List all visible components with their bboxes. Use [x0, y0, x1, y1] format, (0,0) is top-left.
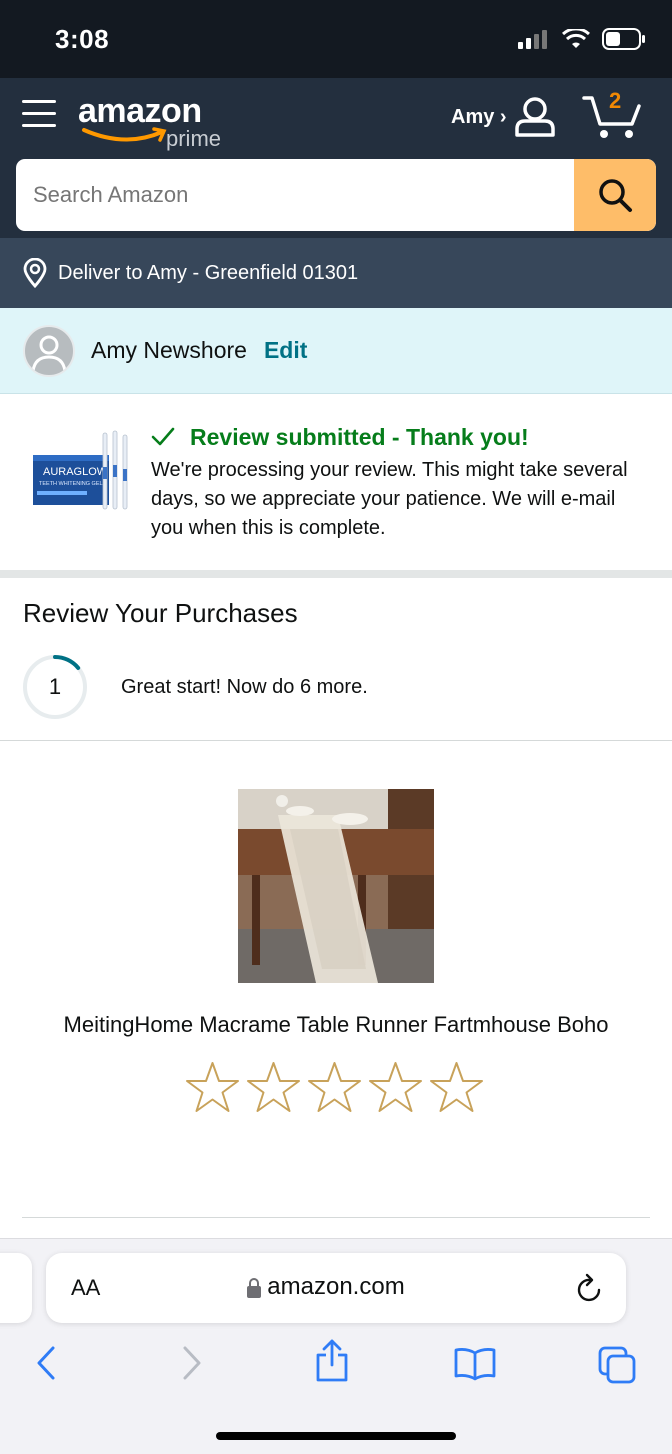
star-3-icon[interactable]	[306, 1060, 363, 1114]
product-image[interactable]	[238, 789, 434, 983]
amazon-logo[interactable]: amazon prime	[78, 92, 238, 152]
product-title[interactable]: MeitingHome Macrame Table Runner Fartmho…	[40, 1012, 632, 1038]
divider	[0, 740, 672, 741]
deliver-to-bar[interactable]: Deliver to Amy - Greenfield 01301	[0, 238, 672, 308]
thumb-sub-text: TEETH WHITENING GEL	[39, 481, 103, 487]
logo-prime: prime	[166, 126, 222, 151]
url-text: amazon.com	[267, 1273, 405, 1300]
review-submitted-title: Review submitted - Thank you!	[190, 424, 529, 450]
cart-count-badge: 2	[609, 88, 622, 113]
review-confirmation: AURAGLOW TEETH WHITENING GEL Review subm…	[0, 394, 672, 570]
search-bar	[16, 159, 656, 231]
forward-icon[interactable]	[180, 1345, 204, 1381]
review-progress-count: 1	[48, 674, 62, 699]
star-4-icon[interactable]	[367, 1060, 424, 1114]
card-divider	[22, 1217, 650, 1218]
browser-toolbar	[0, 1339, 672, 1393]
section-divider	[0, 570, 672, 578]
search-icon	[599, 179, 632, 212]
star-1-icon[interactable]	[184, 1060, 241, 1114]
home-indicator	[216, 1432, 456, 1440]
star-rating	[184, 1060, 485, 1114]
tabs-icon[interactable]	[597, 1345, 637, 1385]
avatar	[23, 324, 75, 377]
reload-icon[interactable]	[576, 1273, 604, 1303]
account-icon[interactable]	[514, 96, 556, 138]
status-bar: 3:08	[0, 0, 672, 78]
profile-name: Amy Newshore	[91, 337, 247, 363]
address-bar[interactable]: AA amazon.com	[46, 1253, 626, 1323]
thumb-brand-text: AURAGLOW	[43, 466, 108, 478]
location-pin-icon	[23, 258, 47, 288]
checkmark-icon	[151, 427, 175, 446]
review-progress-text: Great start! Now do 6 more.	[121, 676, 368, 698]
share-icon[interactable]	[314, 1339, 350, 1383]
browser-chrome: AA amazon.com	[0, 1238, 672, 1454]
battery-icon	[602, 28, 645, 50]
user-silhouette-icon	[31, 335, 67, 371]
signal-icon	[518, 30, 547, 49]
previous-tab[interactable]	[0, 1253, 32, 1323]
star-5-icon[interactable]	[428, 1060, 485, 1114]
edit-profile-link[interactable]: Edit	[264, 337, 307, 364]
search-button[interactable]	[574, 159, 656, 231]
menu-icon[interactable]	[22, 98, 58, 130]
bookmarks-icon[interactable]	[453, 1345, 497, 1381]
wifi-icon	[562, 29, 590, 48]
review-purchases-heading: Review Your Purchases	[23, 598, 298, 628]
profile-bar: Amy Newshore Edit	[0, 308, 672, 394]
reviewed-product-thumbnail: AURAGLOW TEETH WHITENING GEL	[33, 430, 128, 510]
deliver-to-label: Deliver to Amy - Greenfield 01301	[58, 261, 359, 284]
review-submitted-message: We're processing your review. This might…	[151, 459, 628, 539]
status-time: 3:08	[55, 24, 110, 54]
star-2-icon[interactable]	[245, 1060, 302, 1114]
account-link[interactable]: Amy ›	[451, 106, 507, 129]
status-icons	[518, 28, 646, 50]
search-input[interactable]	[16, 159, 576, 231]
logo-smile-icon	[82, 127, 167, 142]
back-icon[interactable]	[34, 1345, 58, 1381]
